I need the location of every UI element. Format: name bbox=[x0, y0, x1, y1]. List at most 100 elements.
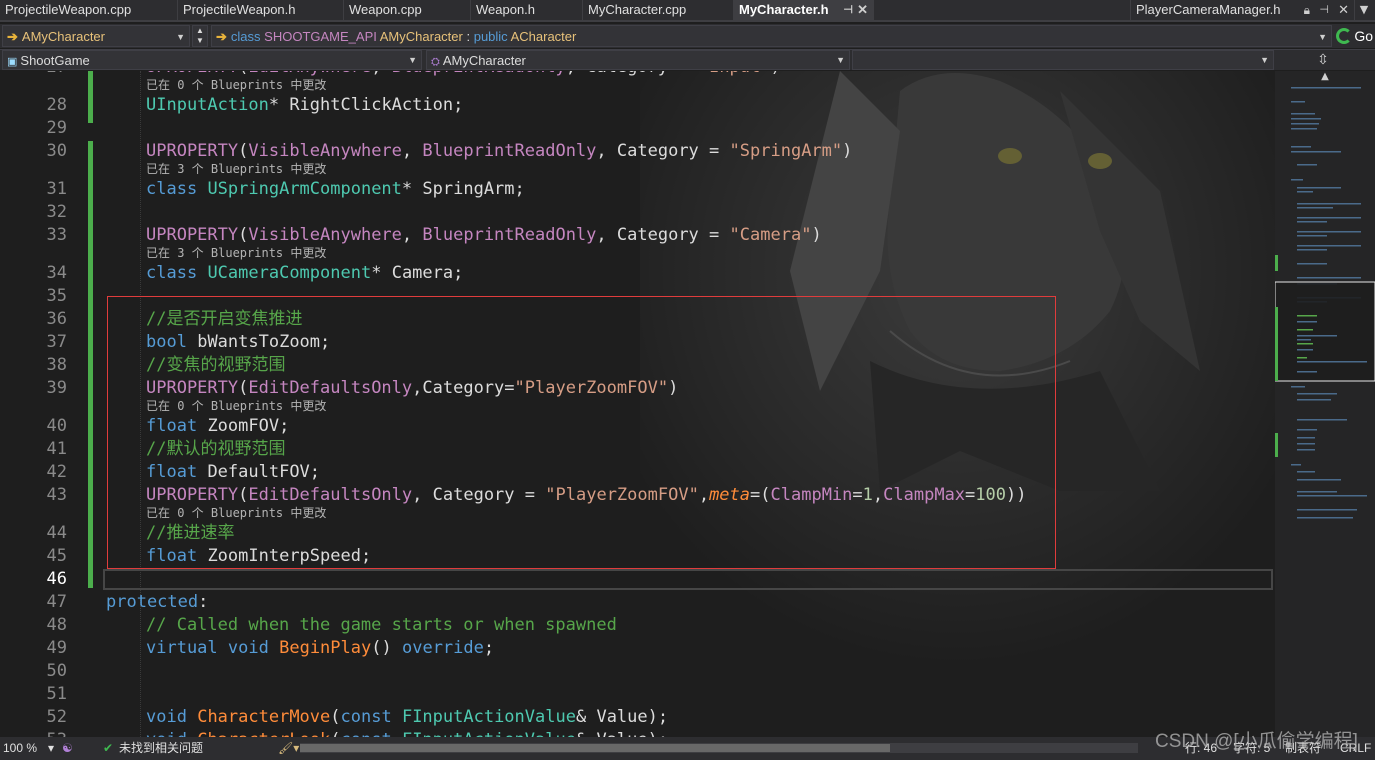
tab-projectileweapon-cpp[interactable]: ProjectileWeapon.cpp bbox=[0, 0, 178, 20]
zoom-dropdown-icon[interactable]: ▾ bbox=[48, 737, 54, 760]
member-scope-combo[interactable]: ➔ class SHOOTGAME_API AMyCharacter : publ… bbox=[211, 25, 1332, 47]
code-line: //是否开启变焦推进 bbox=[146, 309, 303, 329]
line-number: 36 bbox=[46, 309, 67, 329]
go-button[interactable]: Go bbox=[1336, 25, 1373, 47]
member-combo[interactable]: ▼ bbox=[852, 50, 1274, 70]
code-line: void CharacterLook(const FInputActionVal… bbox=[146, 729, 668, 737]
tab-label: ProjectileWeapon.cpp bbox=[5, 2, 132, 17]
line-number: 31 bbox=[46, 179, 67, 199]
line-number: 28 bbox=[46, 95, 67, 115]
tab-label: MyCharacter.cpp bbox=[588, 2, 687, 17]
line-number: 29 bbox=[46, 118, 67, 138]
line-number: 30 bbox=[46, 141, 67, 161]
line-number: 53 bbox=[0, 729, 67, 737]
code-line: bool bWantsToZoom; bbox=[146, 332, 331, 352]
line-number: 49 bbox=[46, 638, 67, 658]
line-number: 51 bbox=[46, 684, 67, 704]
tab-playercameramanager-h[interactable]: PlayerCameraManager.h 🔒︎ ⊣ ✕ bbox=[1130, 0, 1355, 20]
line-number: 41 bbox=[46, 439, 67, 459]
tab-label: PlayerCameraManager.h bbox=[1136, 2, 1281, 17]
code-line: //推进速率 bbox=[146, 523, 235, 543]
tab-list-dropdown-icon[interactable]: ▼ bbox=[1355, 0, 1373, 20]
split-spinner[interactable]: ▲ ▼ bbox=[192, 25, 208, 47]
tab-weapon-cpp[interactable]: Weapon.cpp bbox=[344, 0, 471, 20]
tab-label: ProjectileWeapon.h bbox=[183, 2, 296, 17]
type-value: AMyCharacter bbox=[442, 53, 526, 68]
line-number: 44 bbox=[46, 523, 67, 543]
lock-icon: 🔒︎ bbox=[1303, 3, 1310, 17]
line-number: 47 bbox=[46, 592, 67, 612]
code-line: UPROPERTY(EditDefaultsOnly,Category="Pla… bbox=[146, 378, 679, 398]
chevron-down-icon: ▼ bbox=[408, 55, 417, 65]
line-number: 37 bbox=[46, 332, 67, 352]
scroll-up-icon[interactable]: ▲ bbox=[1319, 71, 1331, 83]
current-line-highlight bbox=[103, 569, 1273, 590]
class-scope-value: AMyCharacter bbox=[21, 29, 105, 44]
line-number: 52 bbox=[46, 707, 67, 727]
line-number: 33 bbox=[46, 225, 67, 245]
line-number: 50 bbox=[46, 661, 67, 681]
scrollbar-thumb[interactable] bbox=[300, 744, 890, 752]
code-line: class USpringArmComponent* SpringArm; bbox=[146, 179, 525, 199]
chevron-down-icon: ▼ bbox=[1318, 32, 1327, 42]
codelens-blueprints[interactable]: 已在 0 个 Blueprints 中更改 bbox=[146, 399, 326, 413]
pin-icon[interactable]: ⊣ bbox=[843, 0, 853, 20]
class-scope-combo[interactable]: ➔ AMyCharacter ▼ bbox=[2, 25, 190, 47]
line-number: 35 bbox=[46, 286, 67, 306]
code-line: UPROPERTY(VisibleAnywhere, BlueprintRead… bbox=[146, 225, 822, 245]
line-number: 42 bbox=[46, 462, 67, 482]
chevron-down-icon: ▼ bbox=[1260, 55, 1269, 65]
code-line: // Called when the game starts or when s… bbox=[146, 615, 617, 635]
code-line: protected: bbox=[106, 592, 209, 612]
tab-weapon-h[interactable]: Weapon.h bbox=[471, 0, 583, 20]
navigation-bar: ➔ AMyCharacter ▼ ▲ ▼ ➔ class SHOOTGAME_API … bbox=[0, 24, 1375, 48]
scope-public: public bbox=[473, 29, 508, 44]
document-tab-strip: ProjectileWeapon.cpp ProjectileWeapon.h … bbox=[0, 0, 1375, 22]
code-line: UPROPERTY(VisibleAnywhere, BlueprintRead… bbox=[146, 141, 853, 161]
arrow-right-icon: ➔ bbox=[7, 29, 18, 44]
line-number: 32 bbox=[46, 202, 67, 222]
issues-status[interactable]: 未找到相关问题 bbox=[119, 737, 203, 760]
copilot-icon[interactable]: ☯ bbox=[62, 737, 73, 760]
zoom-level[interactable]: 100 % bbox=[3, 737, 37, 760]
code-line: class UCameraComponent* Camera; bbox=[146, 263, 464, 283]
code-line: float ZoomFOV; bbox=[146, 416, 290, 436]
watermark: CSDN @[小瓜偷学编程] bbox=[1155, 731, 1358, 752]
close-icon[interactable]: ✕ bbox=[857, 0, 868, 20]
change-bar bbox=[88, 286, 93, 588]
tab-projectileweapon-h[interactable]: ProjectileWeapon.h bbox=[178, 0, 344, 20]
codelens-blueprints[interactable]: 已在 3 个 Blueprints 中更改 bbox=[146, 162, 326, 176]
line-number: 38 bbox=[46, 355, 67, 375]
project-combo[interactable]: ▣ ShootGame ▼ bbox=[2, 50, 422, 70]
project-value: ShootGame bbox=[20, 53, 90, 68]
code-line: float DefaultFOV; bbox=[146, 462, 321, 482]
codelens-blueprints[interactable]: 已在 0 个 Blueprints 中更改 bbox=[146, 78, 326, 92]
code-line: //默认的视野范围 bbox=[146, 439, 286, 459]
code-line: //变焦的视野范围 bbox=[146, 355, 286, 375]
codelens-blueprints[interactable]: 已在 0 个 Blueprints 中更改 bbox=[146, 506, 326, 520]
tab-label: MyCharacter.h bbox=[739, 2, 829, 17]
horizontal-scrollbar[interactable] bbox=[300, 743, 1138, 753]
pin-icon[interactable]: ⊣ bbox=[1319, 0, 1329, 20]
line-number: 40 bbox=[46, 416, 67, 436]
chevron-down-icon: ▼ bbox=[836, 55, 845, 65]
line-number: 45 bbox=[46, 546, 67, 566]
tab-mycharacter-cpp[interactable]: MyCharacter.cpp bbox=[583, 0, 734, 20]
brush-icon[interactable]: 🖌︎▾ bbox=[278, 737, 299, 760]
line-number: 34 bbox=[46, 263, 67, 283]
scope-keyword: class bbox=[230, 29, 261, 44]
go-icon bbox=[1336, 28, 1353, 44]
tab-label: Weapon.cpp bbox=[349, 2, 422, 17]
scrollbar-minimap[interactable]: ▲ bbox=[1275, 71, 1375, 737]
codelens-blueprints[interactable]: 已在 3 个 Blueprints 中更改 bbox=[146, 246, 326, 260]
minimap-preview bbox=[1275, 87, 1375, 519]
chevron-down-icon: ▼ bbox=[176, 32, 185, 42]
secondary-navigation-bar: ▣ ShootGame ▼ ⛭ AMyCharacter ▼ ▼ ⇳ bbox=[0, 49, 1375, 70]
split-editor-icon[interactable]: ⇳ bbox=[1313, 50, 1333, 70]
line-number: 43 bbox=[46, 485, 67, 505]
class-icon: ⛭ bbox=[431, 56, 440, 68]
tab-mycharacter-h[interactable]: MyCharacter.h ⊣ ✕ bbox=[734, 0, 874, 20]
type-combo[interactable]: ⛭ AMyCharacter ▼ bbox=[426, 50, 850, 70]
code-editor[interactable]: 27 28 29 30 31 32 33 34 35 36 37 38 39 4… bbox=[0, 71, 1275, 737]
close-icon[interactable]: ✕ bbox=[1338, 0, 1349, 20]
